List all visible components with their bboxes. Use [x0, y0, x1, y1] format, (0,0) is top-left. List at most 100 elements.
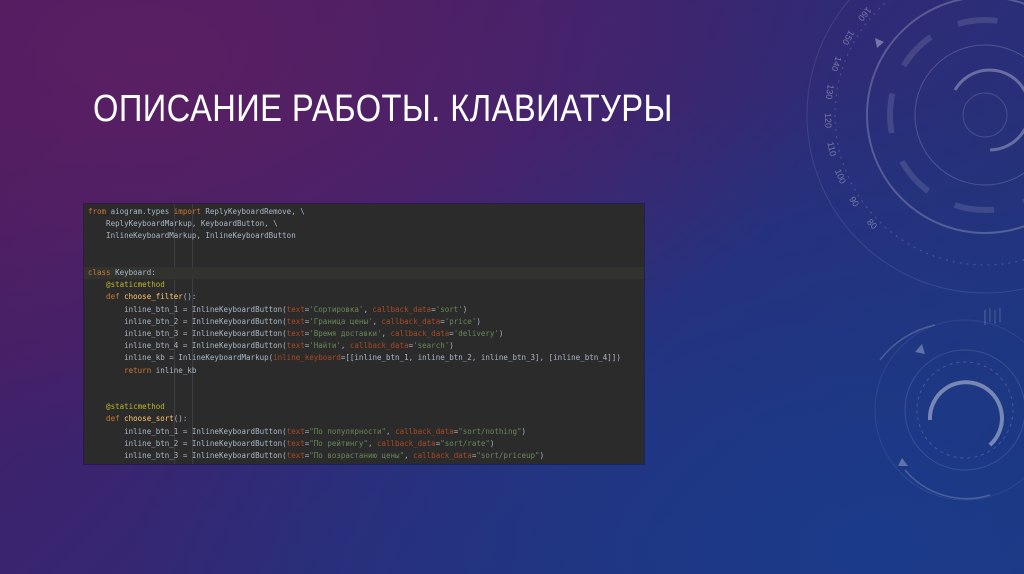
code-line: return inline_kb [84, 365, 644, 377]
code-token: , [386, 426, 396, 436]
code-token: text [286, 426, 305, 436]
code-token: ) [476, 316, 481, 326]
code-line: inline_btn_1 = InlineKeyboardButton(text… [84, 304, 644, 316]
code-token: (): [182, 292, 197, 302]
code-token: ) [462, 304, 468, 314]
dial-tick-label: 120 [823, 113, 834, 128]
code-token: 'Сортировка' [309, 304, 364, 314]
dial-tick-label: 160 [856, 5, 873, 23]
code-token: inline_btn_2 = InlineKeyboardButton( [88, 316, 287, 326]
code-token: return [88, 365, 156, 375]
code-line-text: inline_btn_3 = InlineKeyboardButton(text… [88, 328, 503, 340]
code-token: text [286, 316, 305, 326]
code-line: @staticmethod [84, 279, 644, 291]
code-token: callback_data [413, 451, 472, 460]
code-line-text: @staticmethod [88, 279, 165, 291]
code-token: "По убыванию цены" [309, 463, 390, 464]
code-token: callback_data [400, 463, 459, 464]
code-token: , [404, 451, 414, 460]
code-line-text: @staticmethod [88, 401, 165, 413]
code-line-text: inline_btn_1 = InlineKeyboardButton(text… [88, 304, 467, 316]
code-token: text [286, 438, 305, 448]
code-token: 'search' [413, 341, 450, 351]
code-token: def [88, 414, 125, 424]
code-token: inline_btn_3 = InlineKeyboardButton( [88, 329, 287, 338]
slide-title: ОПИСАНИЕ РАБОТЫ. КЛАВИАТУРЫ [93, 88, 673, 130]
code-token: , [372, 316, 382, 326]
code-token: @staticmethod [88, 402, 165, 412]
code-line-text: ReplyKeyboardMarkup, KeyboardButton, \ [88, 218, 278, 230]
code-token: text [286, 341, 305, 351]
code-token: 'price' [444, 316, 477, 326]
code-token: ) [489, 438, 495, 448]
code-line: inline_btn_3 = InlineKeyboardButton(text… [84, 328, 644, 340]
code-token: @staticmethod [88, 280, 165, 290]
dial-tick-label: 80 [865, 217, 879, 231]
code-line: @staticmethod [84, 401, 644, 413]
code-line-text: inline_btn_3 = InlineKeyboardButton( text… [88, 450, 544, 462]
code-line: def choose_filter(): [84, 291, 644, 303]
code-token: inline_keyboard [273, 353, 341, 363]
code-token: ReplyKeyboardRemove, \ [205, 207, 305, 216]
dial-tick-label: 90 [847, 195, 861, 209]
code-token: ) [498, 329, 504, 338]
code-token: callback_data [390, 329, 450, 338]
code-line-text: def choose_sort(): [88, 413, 187, 425]
code-line: inline_btn_1 = InlineKeyboardButton(text… [84, 426, 644, 438]
code-token: inline_kb = InlineKeyboardMarkup( [88, 353, 274, 363]
code-token: 'Найти' [309, 341, 341, 351]
code-token: ) [535, 463, 540, 464]
code-line: inline_btn_4 = InlineKeyboardButton(text… [84, 462, 644, 464]
code-token: text [286, 329, 305, 338]
dial-tick-label: 130 [824, 84, 836, 100]
code-token: =[[inline_btn_1, inline_btn_2, inline_bt… [340, 353, 621, 363]
code-token: , [340, 341, 350, 351]
code-token: , [381, 329, 391, 338]
code-token: , [391, 463, 400, 464]
code-token: "sort/priceup" [476, 451, 540, 460]
code-token: text [287, 463, 305, 464]
code-line: inline_btn_2 = InlineKeyboardButton(text… [84, 316, 644, 328]
code-line-text: inline_kb = InlineKeyboardMarkup(inline_… [88, 352, 621, 364]
code-line-text: InlineKeyboardMarkup, InlineKeyboardButt… [88, 230, 296, 242]
code-line: inline_kb = InlineKeyboardMarkup(inline_… [84, 352, 644, 364]
code-token: "sort/pricedown" [463, 463, 535, 464]
code-token: 'Время доставки' [309, 329, 382, 338]
code-screenshot: from aiogram.types import ReplyKeyboardR… [84, 204, 644, 464]
code-token: from [88, 207, 111, 216]
code-token: 'sort' [435, 304, 463, 314]
dial-tick-label: 100 [833, 167, 848, 185]
code-line-text: inline_btn_4 = InlineKeyboardButton(text… [88, 340, 454, 352]
code-token: class [88, 268, 116, 277]
code-token: "По популярности" [309, 426, 387, 436]
code-token: "По рейтингу" [309, 438, 368, 448]
code-line: def choose_sort(): [84, 413, 644, 425]
code-token: text [286, 304, 305, 314]
code-token: inline_btn_3 = InlineKeyboardButton( [88, 451, 287, 460]
dial-tick-label: 110 [825, 141, 838, 157]
code-token: inline_btn_4 = InlineKeyboardButton( [88, 341, 287, 351]
code-token: inline_btn_2 = InlineKeyboardButton( [88, 438, 287, 448]
dial-tick-label: 140 [829, 55, 843, 72]
code-token: import [173, 207, 206, 216]
code-token: 'delivery' [453, 329, 499, 338]
code-token: aiogram.types [110, 207, 174, 216]
code-token: (): [173, 414, 188, 424]
code-line-text: return inline_kb [88, 365, 196, 377]
code-line-text: inline_btn_2 = InlineKeyboardButton(text… [88, 438, 494, 450]
code-token: , [367, 438, 377, 448]
code-token: callback_data [349, 341, 409, 351]
code-token: ReplyKeyboardMarkup, KeyboardButton, \ [88, 219, 278, 229]
code-token: 'Граница цены' [309, 316, 373, 326]
dial-tick-label: 150 [840, 29, 856, 47]
code-line: ReplyKeyboardMarkup, KeyboardButton, \ [84, 218, 644, 230]
code-token: choose_filter [124, 292, 183, 302]
code-token: inline_btn_1 = InlineKeyboardButton( [88, 426, 287, 436]
code-token: ) [521, 426, 527, 436]
code-token: ) [449, 341, 454, 351]
code-token: InlineKeyboardMarkup, InlineKeyboardButt… [88, 231, 296, 241]
code-line: class Keyboard: [84, 267, 644, 279]
code-token: inline_btn_1 = InlineKeyboardButton( [88, 304, 287, 314]
